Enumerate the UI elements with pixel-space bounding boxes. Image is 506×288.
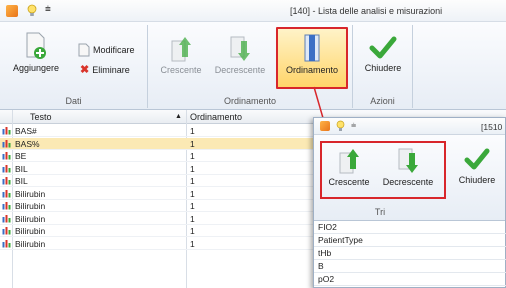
table-row[interactable]: BAS% 1 (0, 137, 330, 150)
sub-window-title-bar: ⩧ [1510 (314, 118, 505, 135)
sort-order-window: ⩧ [1510 Crescente Decrescente Chiudere T… (313, 117, 506, 288)
sub-close-button[interactable]: Chiudere (452, 145, 502, 185)
sort-ascending-indicator-icon: ▲ (175, 113, 182, 120)
cell-ordinamento: 1 (190, 126, 195, 136)
sub-list-item[interactable]: PatientType (314, 235, 506, 247)
sub-list-item[interactable]: tHb (314, 248, 506, 260)
ascending-button[interactable]: Crescente (156, 33, 206, 75)
cell-ordinamento: 1 (190, 151, 195, 161)
analysis-icon (2, 177, 11, 185)
cell-testo: Bilirubin (15, 201, 46, 211)
close-button[interactable]: Chiudere (357, 33, 409, 73)
lightbulb-icon[interactable] (27, 4, 37, 17)
cell-testo: BIL (15, 176, 28, 186)
table-row[interactable]: BE 1 (0, 150, 330, 162)
sub-group-label-tri: Tri (374, 207, 386, 217)
cell-testo: Bilirubin (15, 213, 46, 224)
quick-access-dropdown-icon[interactable]: ⩧ (45, 4, 51, 15)
cell-testo: Bilirubin (15, 188, 46, 199)
sort-order-button[interactable]: Ordinamento (276, 27, 348, 89)
sub-list-item[interactable]: FIO2 (314, 222, 506, 234)
sub-highlight-box (320, 141, 446, 199)
app-icon[interactable] (6, 5, 18, 17)
delete-x-icon: ✖ (80, 64, 90, 76)
cell-testo: Bilirubin (15, 226, 46, 236)
add-button[interactable]: Aggiungere (6, 31, 66, 73)
descending-arrow-icon (230, 36, 250, 61)
delete-button[interactable]: ✖ Eliminare (80, 63, 130, 76)
table-row[interactable]: Bilirubin 1 (0, 238, 330, 250)
window-title: [140] - Lista delle analisi e misurazion… (290, 6, 443, 16)
cell-ordinamento: 1 (190, 238, 195, 249)
sub-lightbulb-icon[interactable] (336, 120, 345, 132)
table-row[interactable]: Bilirubin 1 (0, 213, 330, 225)
group-label-dati: Dati (65, 96, 82, 106)
table-row[interactable]: Bilirubin 1 (0, 188, 330, 200)
cell-testo: BAS# (15, 126, 37, 136)
column-header-testo[interactable]: Testo (30, 112, 52, 122)
cell-ordinamento: 1 (190, 226, 195, 236)
group-azioni: Chiudere Azioni (353, 25, 413, 108)
analysis-icon (2, 152, 11, 160)
table-row[interactable]: Bilirubin 1 (0, 200, 330, 212)
analysis-icon (2, 139, 11, 147)
cell-ordinamento: 1 (190, 163, 195, 174)
cell-ordinamento: 1 (190, 176, 195, 186)
descending-button[interactable]: Decrescente (210, 33, 270, 75)
edit-document-icon (78, 43, 90, 57)
sub-list-item[interactable]: pO2 (314, 274, 506, 286)
checkmark-icon (369, 36, 397, 59)
table-row[interactable]: BIL 1 (0, 175, 330, 187)
ascending-arrow-icon (171, 37, 191, 62)
cell-testo: BAS% (15, 138, 40, 149)
analysis-icon (2, 164, 11, 172)
cell-ordinamento: 1 (190, 188, 195, 199)
cell-ordinamento: 1 (190, 138, 195, 149)
edit-button[interactable]: Modificare (78, 43, 135, 57)
analysis-icon (2, 127, 11, 135)
sub-app-icon[interactable] (320, 121, 330, 131)
group-dati: Aggiungere Modificare ✖ Eliminare Dati (0, 25, 148, 108)
sub-list-item[interactable]: B (314, 261, 506, 273)
sub-quick-access-icon[interactable]: ⩧ (351, 120, 356, 131)
analysis-icon (2, 202, 11, 210)
sort-order-icon (304, 34, 320, 62)
table-row[interactable]: BIL 1 (0, 163, 330, 175)
group-label-azioni: Azioni (370, 96, 395, 106)
ribbon: Aggiungere Modificare ✖ Eliminare Dati C… (0, 22, 506, 110)
sub-checkmark-icon (464, 148, 490, 170)
table-row[interactable]: BAS# 1 (0, 125, 330, 137)
cell-testo: BE (15, 151, 27, 161)
sub-window-title: [1510 (481, 122, 503, 132)
column-header-ordinamento[interactable]: Ordinamento (190, 112, 242, 122)
cell-testo: BIL (15, 163, 28, 174)
analysis-icon (2, 239, 11, 247)
cell-ordinamento: 1 (190, 213, 195, 224)
analysis-icon (2, 189, 11, 197)
analysis-icon (2, 214, 11, 222)
add-document-icon (26, 32, 46, 59)
cell-ordinamento: 1 (190, 201, 195, 211)
analysis-icon (2, 227, 11, 235)
table-row[interactable]: Bilirubin 1 (0, 225, 330, 237)
title-bar: ⩧ [140] - Lista delle analisi e misurazi… (0, 0, 506, 22)
cell-testo: Bilirubin (15, 238, 46, 249)
